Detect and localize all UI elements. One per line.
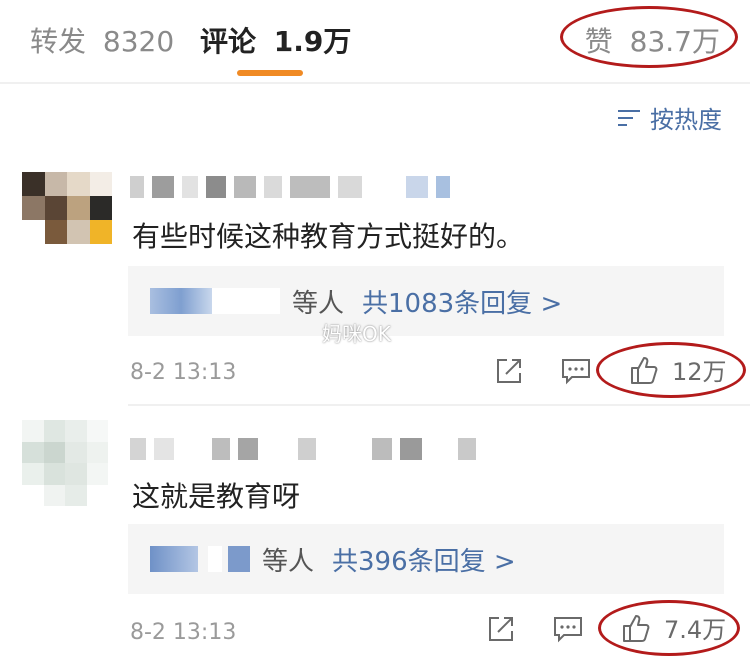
reply-users-suffix: 等人 — [292, 288, 345, 319]
tab-repost-label: 转发 — [30, 25, 87, 58]
sort-icon — [618, 109, 640, 127]
reply-summary[interactable]: 等人 共396条回复 > — [128, 524, 724, 594]
reply-count-link[interactable]: 共396条回复 > — [332, 541, 516, 578]
tab-comments-label: 评论 — [200, 25, 257, 58]
annotation-oval — [560, 6, 738, 68]
comment-icon — [562, 359, 590, 385]
reply-count-link[interactable]: 共1083条回复 > — [362, 283, 562, 320]
comment-text: 这就是教育呀 — [132, 480, 301, 513]
replier-names-blurred — [150, 288, 212, 314]
reply-button[interactable] — [552, 614, 584, 650]
reply-summary[interactable]: 等人 共1083条回复 > — [128, 266, 724, 336]
tab-comments-count: 1.9万 — [273, 25, 352, 58]
active-tab-indicator — [237, 70, 303, 76]
comment-time: 8-2 13:13 — [130, 620, 237, 645]
divider — [0, 82, 750, 84]
divider — [128, 404, 750, 406]
watermark: 妈咪OK — [322, 322, 391, 346]
annotation-oval — [598, 600, 740, 656]
avatar[interactable] — [22, 172, 112, 244]
tab-repost[interactable]: 转发 8320 — [30, 20, 174, 60]
comment-text: 有些时候这种教育方式挺好的。 — [132, 220, 525, 253]
username-blurred[interactable] — [130, 176, 450, 198]
tab-repost-count: 8320 — [102, 25, 175, 58]
share-button[interactable] — [494, 356, 524, 392]
share-icon — [489, 617, 513, 641]
annotation-oval — [596, 342, 746, 398]
sort-label: 按热度 — [650, 106, 722, 134]
reply-button[interactable] — [560, 356, 592, 392]
share-button[interactable] — [486, 614, 516, 650]
username-blurred[interactable] — [130, 438, 476, 460]
comment-time: 8-2 13:13 — [130, 360, 237, 385]
reply-users-suffix: 等人 — [262, 546, 315, 577]
tab-comments[interactable]: 评论 1.9万 — [200, 20, 351, 60]
share-icon — [497, 359, 521, 383]
comment-icon — [554, 617, 582, 643]
avatar[interactable] — [22, 420, 108, 506]
sort-button[interactable]: 按热度 — [618, 100, 722, 135]
replier-names-blurred — [150, 546, 198, 572]
